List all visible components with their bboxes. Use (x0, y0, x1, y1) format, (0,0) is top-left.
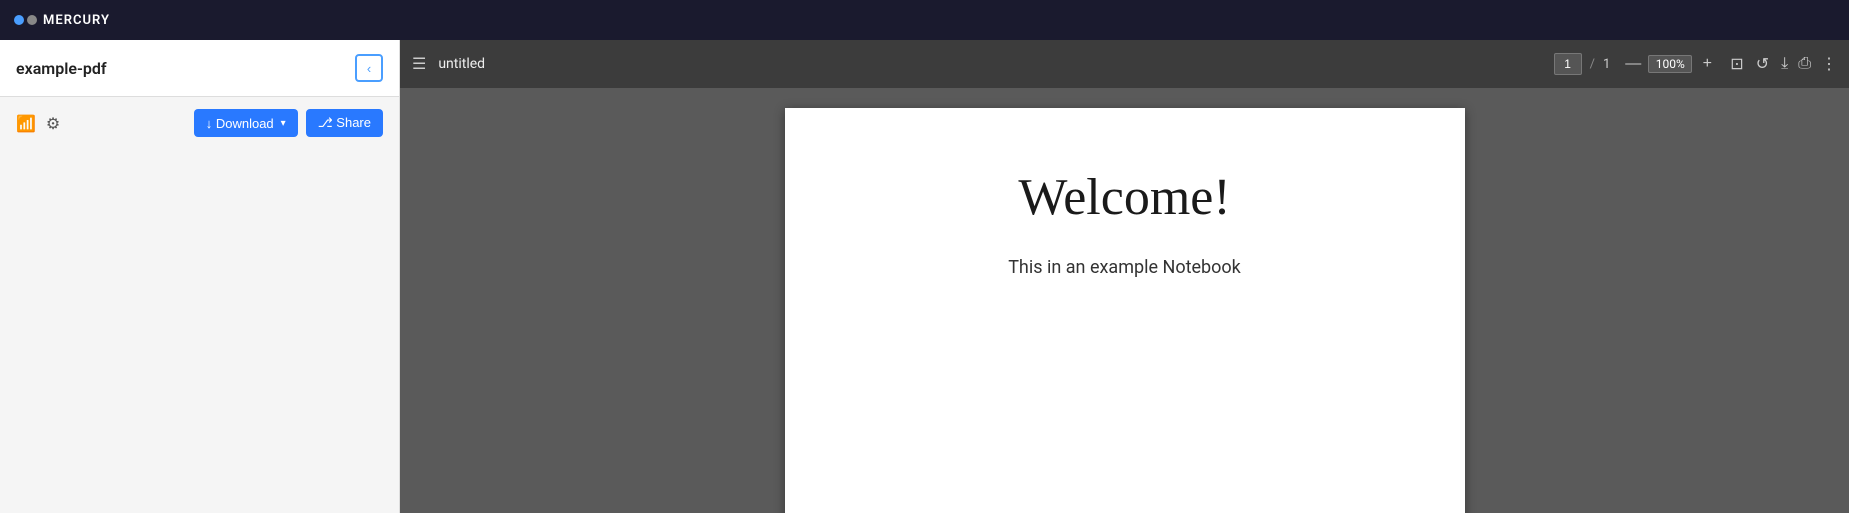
pdf-body-text: This in an example Notebook (1008, 257, 1241, 278)
zoom-in-button[interactable]: + (1696, 53, 1718, 75)
sidebar-actions: ↓ Download ▾ ⎇ Share (194, 109, 383, 137)
pdf-menu-button[interactable]: ☰ (412, 54, 426, 74)
pdf-viewer: ☰ untitled / 1 — 100% + ⊡ ↺ (400, 40, 1849, 513)
pdf-heading: Welcome! (1018, 168, 1230, 227)
zoom-in-icon: + (1703, 55, 1712, 73)
rotate-button[interactable]: ↺ (1756, 54, 1769, 74)
pdf-more-button[interactable]: ⋮ (1821, 54, 1837, 74)
zoom-out-icon: — (1625, 55, 1641, 73)
pdf-zoom-value: 100% (1648, 55, 1692, 73)
logo-icon (14, 15, 37, 25)
more-icon: ⋮ (1821, 56, 1837, 73)
pdf-print-button[interactable]: ⎙ (1798, 55, 1811, 73)
sidebar-header: example-pdf ‹ (0, 40, 399, 97)
pdf-toolbar-right: ⤓ ⎙ ⋮ (1781, 54, 1837, 74)
download-icon: ⤓ (1781, 55, 1788, 72)
app-logo: MERCURY (14, 13, 110, 28)
collapse-icon: ‹ (367, 61, 371, 76)
expand-button[interactable]: ⊡ (1730, 54, 1743, 74)
logo-dot-gray (27, 15, 37, 25)
sidebar-title: example-pdf (16, 59, 107, 78)
logo-dot-blue (14, 15, 24, 25)
collapse-button[interactable]: ‹ (355, 54, 383, 82)
main-content: example-pdf ‹ 📶 ⚙ ↓ Download ▾ ⎇ Share (0, 40, 1849, 513)
download-caret: ▾ (281, 118, 286, 129)
pdf-page-controls: / 1 (1554, 53, 1611, 75)
app-name: MERCURY (43, 13, 110, 28)
expand-icon: ⊡ (1730, 56, 1743, 73)
sidebar: example-pdf ‹ 📶 ⚙ ↓ Download ▾ ⎇ Share (0, 40, 400, 513)
sidebar-status-icons: 📶 ⚙ (16, 114, 60, 133)
print-icon: ⎙ (1798, 55, 1811, 72)
zoom-out-button[interactable]: — (1622, 53, 1644, 75)
page-separator: / (1590, 57, 1595, 72)
pdf-total-pages: 1 (1603, 57, 1610, 72)
pdf-document[interactable]: Welcome! This in an example Notebook (400, 88, 1849, 513)
pdf-download-button[interactable]: ⤓ (1781, 55, 1788, 73)
pdf-page-input[interactable] (1554, 53, 1582, 75)
hamburger-icon: ☰ (412, 56, 426, 73)
pdf-page: Welcome! This in an example Notebook (785, 108, 1465, 513)
download-label: ↓ Download (206, 116, 274, 131)
pdf-title: untitled (438, 56, 1541, 72)
download-button[interactable]: ↓ Download ▾ (194, 109, 298, 137)
top-nav: MERCURY (0, 0, 1849, 40)
share-button[interactable]: ⎇ Share (306, 109, 383, 137)
pdf-toolbar: ☰ untitled / 1 — 100% + ⊡ ↺ (400, 40, 1849, 88)
share-label: ⎇ Share (318, 115, 371, 131)
wifi-icon: 📶 (16, 114, 36, 133)
pdf-zoom-controls: — 100% + (1622, 53, 1718, 75)
settings-icon: ⚙ (46, 114, 60, 133)
rotate-icon: ↺ (1756, 56, 1769, 73)
sidebar-toolbar: 📶 ⚙ ↓ Download ▾ ⎇ Share (0, 97, 399, 149)
